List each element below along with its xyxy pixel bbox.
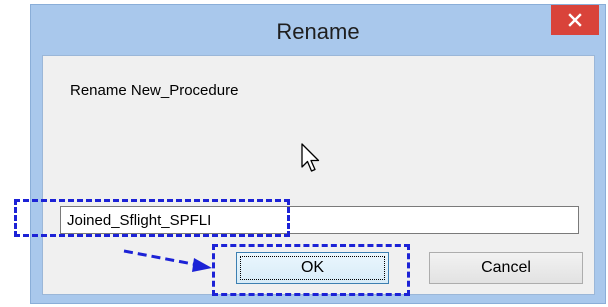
close-icon — [568, 13, 582, 27]
screenshot-stage: Rename Rename New_Procedure OK Cancel — [0, 0, 608, 307]
rename-prompt-label: Rename New_Procedure — [70, 82, 239, 99]
dialog-content: Rename New_Procedure OK Cancel — [42, 55, 595, 295]
cancel-button[interactable]: Cancel — [429, 252, 583, 284]
cancel-button-label: Cancel — [481, 259, 531, 276]
ok-button[interactable]: OK — [236, 252, 389, 284]
new-name-input[interactable] — [60, 206, 579, 234]
rename-dialog: Rename Rename New_Procedure OK Cancel — [30, 4, 606, 304]
focus-ring — [240, 256, 385, 280]
title-bar[interactable]: Rename — [31, 5, 605, 55]
close-button[interactable] — [551, 5, 599, 35]
mouse-cursor-icon — [301, 143, 320, 172]
dialog-title: Rename — [276, 19, 360, 44]
